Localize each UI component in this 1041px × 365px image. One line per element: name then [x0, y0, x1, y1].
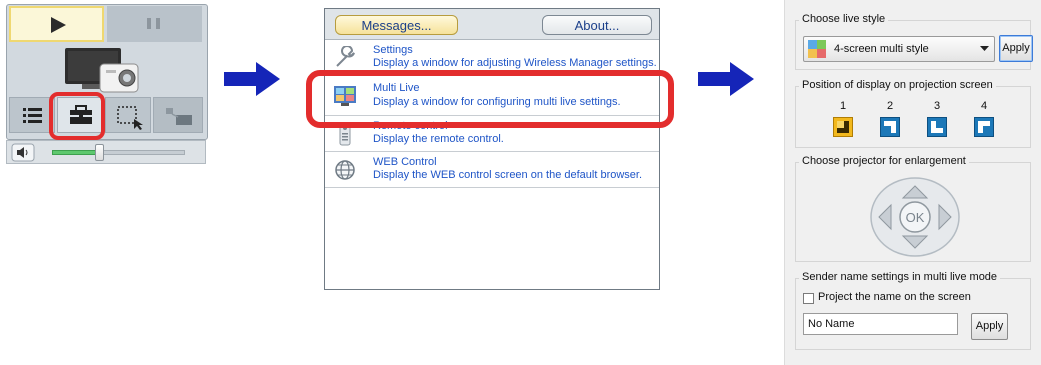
screen-capture-icon: [166, 108, 192, 125]
volume-bar: [6, 140, 206, 164]
choose-style-label: Choose live style: [799, 13, 889, 25]
messages-button[interactable]: Messages...: [335, 15, 458, 35]
sender-label: Sender name settings in multi live mode: [799, 271, 1001, 283]
speaker-icon: [11, 143, 35, 162]
style-dropdown[interactable]: 4-screen multi style: [803, 36, 995, 62]
position-number: 4: [980, 100, 988, 112]
position-4-button[interactable]: [974, 117, 994, 137]
position-number: 1: [839, 100, 847, 112]
wrench-icon: [336, 46, 355, 67]
globe-icon: [335, 160, 355, 180]
enlarge-label: Choose projector for enlargement: [799, 155, 969, 167]
position-3-button[interactable]: [927, 117, 947, 137]
menu-item-desc: Display the WEB control screen on the de…: [373, 169, 643, 181]
style-dropdown-value: 4-screen multi style: [834, 43, 929, 55]
position-group: [795, 86, 1031, 148]
apply-name-button[interactable]: Apply: [971, 313, 1008, 340]
arrow-right-icon: [224, 62, 280, 96]
area-select-button[interactable]: [105, 97, 151, 133]
play-button[interactable]: [9, 6, 104, 42]
pause-icon: [147, 18, 160, 29]
project-name-checkbox[interactable]: [803, 293, 814, 304]
arrow-right-icon: [698, 62, 754, 96]
multi-live-highlight: [306, 70, 674, 128]
about-button[interactable]: About...: [542, 15, 652, 35]
menu-item-title: WEB Control: [373, 156, 437, 168]
volume-slider-thumb[interactable]: [95, 144, 104, 161]
play-icon: [51, 17, 66, 33]
toolbox-highlight: [49, 92, 105, 140]
volume-level-fill: [52, 150, 99, 155]
project-name-label: Project the name on the screen: [818, 291, 971, 303]
sender-name-field[interactable]: No Name: [803, 313, 958, 335]
position-2-button[interactable]: [880, 117, 900, 137]
sender-name-value: No Name: [808, 318, 855, 330]
position-label: Position of display on projection screen: [799, 79, 996, 91]
four-screen-icon: [808, 40, 826, 58]
projector-display-icon: [64, 46, 146, 96]
menu-item-title: Settings: [373, 44, 413, 56]
tools-menu-window: Messages... About... Settings Display a …: [324, 8, 660, 290]
position-number: 3: [933, 100, 941, 112]
screen-capture-button[interactable]: [153, 97, 203, 133]
chevron-down-icon: [980, 46, 989, 51]
menu-item-desc: Display the remote control.: [373, 133, 504, 145]
position-number: 2: [886, 100, 894, 112]
apply-style-button[interactable]: Apply: [999, 35, 1033, 62]
toolbar-panel: [6, 4, 208, 164]
area-select-icon: [117, 106, 143, 130]
position-1-button[interactable]: [833, 117, 853, 137]
multi-live-settings-panel: Choose live style 4-screen multi style A…: [784, 0, 1041, 365]
menu-item-web-control[interactable]: WEB Control Display the WEB control scre…: [325, 152, 659, 188]
menu-item-desc: Display a window for adjusting Wireless …: [373, 57, 657, 69]
pause-button[interactable]: [107, 6, 202, 42]
toolbar-bottom-row: [9, 97, 203, 135]
ok-label: OK: [905, 210, 925, 225]
